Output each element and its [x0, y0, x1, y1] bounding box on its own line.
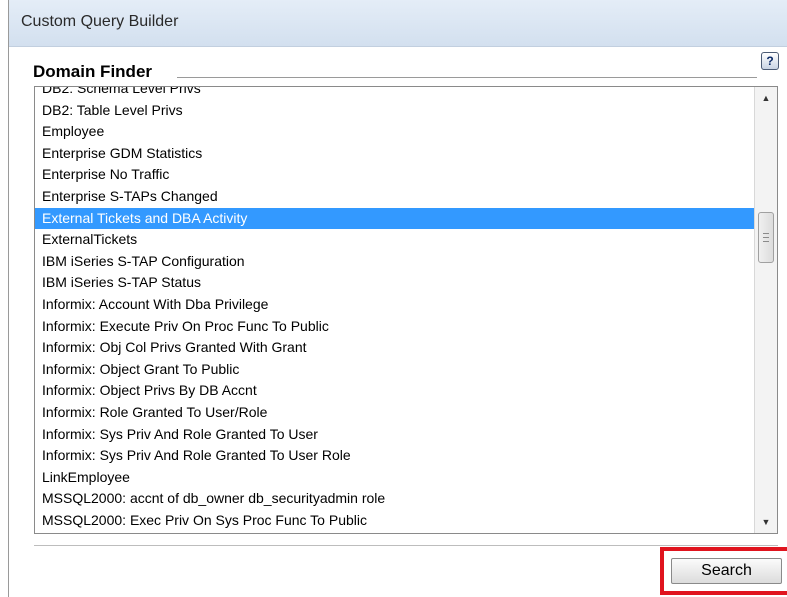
domain-list-item[interactable]: Informix: Sys Priv And Role Granted To U… — [35, 424, 754, 446]
domain-list-item[interactable]: Informix: Obj Col Privs Granted With Gra… — [35, 337, 754, 359]
domain-list-item[interactable]: DB2: Schema Level Privs — [35, 87, 754, 100]
thumb-grip-line — [763, 241, 769, 242]
search-button[interactable]: Search — [671, 558, 782, 584]
domain-list[interactable]: DB2: Schema Level Privs DB2: Table Level … — [34, 86, 778, 534]
domain-list-item[interactable]: DB2: Table Level Privs — [35, 100, 754, 122]
custom-query-builder-window: Custom Query Builder Domain Finder ? DB2… — [8, 0, 787, 597]
domain-list-item[interactable]: Informix: Object Grant To Public — [35, 359, 754, 381]
thumb-grip-line — [763, 233, 769, 234]
domain-list-item[interactable]: External Tickets and DBA Activity — [35, 207, 754, 230]
scroll-up-arrow-icon[interactable]: ▲ — [755, 89, 777, 107]
domain-list-item[interactable]: Informix: Object Privs By DB Accnt — [35, 380, 754, 402]
domain-list-item[interactable]: Informix: Sys Priv And Role Granted To U… — [35, 445, 754, 467]
domain-list-item[interactable]: Enterprise S-TAPs Changed — [35, 186, 754, 208]
domain-list-item[interactable]: Informix: Execute Priv On Proc Func To P… — [35, 316, 754, 338]
thumb-grip-line — [763, 237, 769, 238]
scroll-thumb[interactable] — [758, 212, 774, 263]
domain-list-item[interactable]: MSSQL2000: Exec Priv On Sys Proc Func To… — [35, 510, 754, 532]
help-icon[interactable]: ? — [761, 52, 779, 70]
search-button-highlight: Search — [660, 547, 787, 595]
domain-list-items: DB2: Schema Level Privs DB2: Table Level … — [35, 87, 754, 532]
domain-list-item[interactable]: MSSQL2000: accnt of db_owner db_security… — [35, 488, 754, 510]
vertical-scrollbar[interactable]: ▲ ▼ — [754, 87, 777, 533]
domain-list-item[interactable]: Informix: Account With Dba Privilege — [35, 294, 754, 316]
domain-list-item[interactable]: ExternalTickets — [35, 229, 754, 251]
section-title: Domain Finder — [33, 62, 153, 81]
section-divider — [177, 77, 757, 78]
bottom-divider — [34, 545, 778, 546]
domain-list-item[interactable]: LinkEmployee — [35, 467, 754, 489]
domain-list-item[interactable]: Enterprise GDM Statistics — [35, 143, 754, 165]
domain-list-item[interactable]: Employee — [35, 121, 754, 143]
domain-list-item[interactable]: Enterprise No Traffic — [35, 164, 754, 186]
domain-list-item[interactable]: IBM iSeries S-TAP Configuration — [35, 251, 754, 273]
domain-list-item[interactable]: Informix: Role Granted To User/Role — [35, 402, 754, 424]
title-bar: Custom Query Builder — [9, 0, 787, 47]
window-title: Custom Query Builder — [21, 13, 179, 30]
domain-list-item[interactable]: IBM iSeries S-TAP Status — [35, 272, 754, 294]
scroll-down-arrow-icon[interactable]: ▼ — [755, 513, 777, 531]
